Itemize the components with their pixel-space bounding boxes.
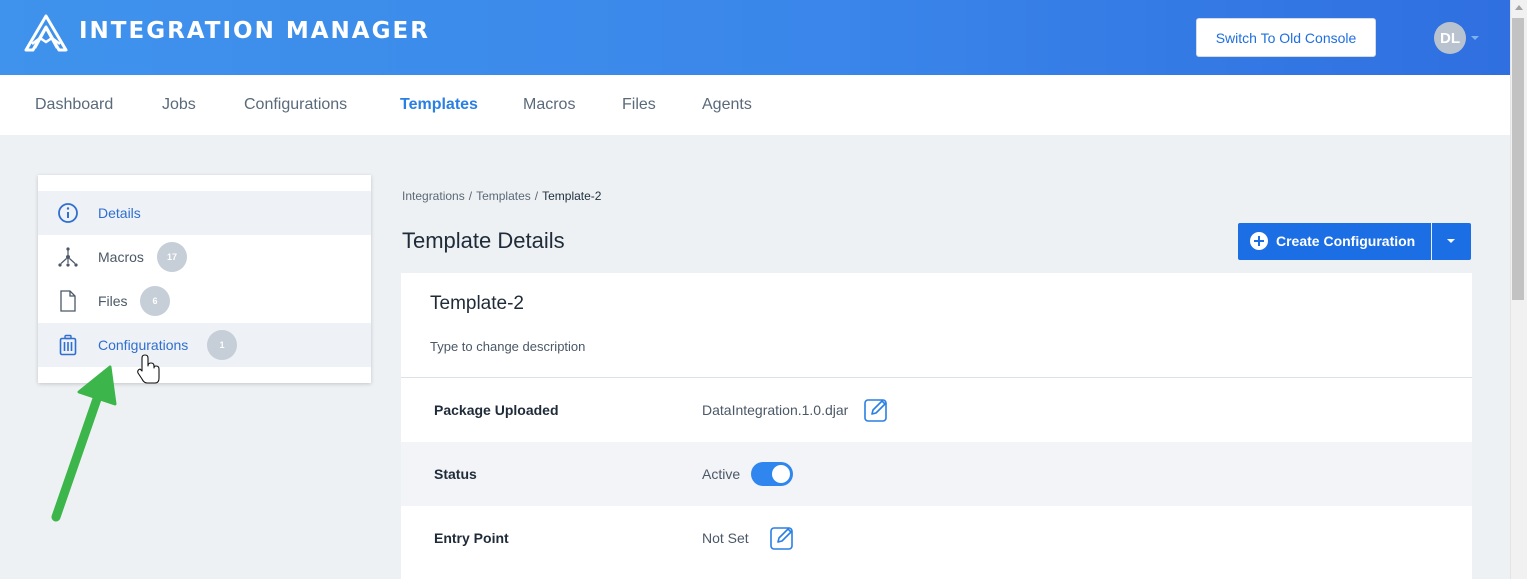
file-icon [60, 290, 76, 312]
scrollbar-thumb[interactable] [1512, 18, 1524, 300]
sidebar-item-label: Files [98, 293, 128, 309]
switch-old-console-button[interactable]: Switch To Old Console [1196, 18, 1376, 57]
scroll-up-icon[interactable] [1515, 5, 1523, 10]
breadcrumb-current: Template-2 [542, 189, 602, 203]
sidebar-item-label: Macros [98, 249, 144, 265]
field-value: Not Set [702, 530, 749, 546]
count-badge: 1 [207, 330, 237, 360]
create-options-dropdown-button[interactable] [1432, 223, 1471, 260]
edit-icon[interactable] [769, 525, 795, 551]
page-title: Template Details [402, 228, 565, 253]
sidebar-item-files[interactable]: Files 6 [38, 279, 371, 323]
sidebar-item-label: Details [98, 205, 141, 221]
info-icon [58, 203, 78, 223]
main-nav: Dashboard Jobs Configurations Templates … [0, 75, 1510, 135]
sidebar-item-label: Configurations [98, 337, 189, 353]
count-badge: 17 [157, 242, 187, 272]
flow-icon [58, 247, 78, 267]
nav-files[interactable]: Files [622, 96, 656, 114]
brand-title: INTEGRATION MANAGER [79, 18, 430, 44]
field-label: Package Uploaded [434, 402, 559, 418]
sidebar-item-macros[interactable]: Macros 17 [38, 235, 371, 279]
top-header: INTEGRATION MANAGER Switch To Old Consol… [0, 0, 1510, 75]
chevron-down-icon [1447, 239, 1455, 243]
create-configuration-button[interactable]: Create Configuration [1238, 223, 1431, 260]
nav-jobs[interactable]: Jobs [162, 96, 196, 114]
nav-templates[interactable]: Templates [400, 96, 478, 114]
status-toggle[interactable] [751, 462, 793, 486]
sidebar-item-configurations[interactable]: Configurations 1 [38, 323, 371, 367]
nav-macros[interactable]: Macros [523, 96, 575, 114]
plus-circle-icon [1250, 232, 1268, 250]
user-avatar[interactable]: DL [1434, 22, 1466, 54]
annotation-arrow-icon [51, 365, 117, 522]
briefcase-icon [59, 334, 77, 356]
field-value: Active [702, 466, 741, 482]
template-description-field[interactable]: Type to change description [430, 339, 585, 354]
template-name: Template-2 [430, 293, 524, 314]
field-label: Status [434, 466, 477, 482]
sidebar-item-details[interactable]: Details [38, 191, 371, 235]
breadcrumb: Integrations / Templates / Template-2 [402, 189, 602, 203]
template-sidebar: Details Macros 17 Files 6 Configurations [38, 175, 371, 383]
nav-configurations[interactable]: Configurations [244, 96, 347, 114]
breadcrumb-templates[interactable]: Templates [476, 189, 531, 203]
brand-logo-icon [24, 14, 68, 52]
nav-agents[interactable]: Agents [702, 96, 752, 114]
field-label: Entry Point [434, 530, 509, 546]
field-row-status: Status Active [401, 442, 1472, 506]
field-row-entry-point: Entry Point Not Set [401, 506, 1472, 570]
field-value: DataIntegration.1.0.djar [702, 402, 849, 418]
count-badge: 6 [140, 286, 170, 316]
breadcrumb-integrations[interactable]: Integrations [402, 189, 465, 203]
field-row-package: Package Uploaded DataIntegration.1.0.dja… [401, 378, 1472, 442]
edit-icon[interactable] [863, 397, 889, 423]
nav-dashboard[interactable]: Dashboard [35, 96, 113, 114]
create-configuration-label: Create Configuration [1276, 233, 1416, 249]
avatar-chevron-down-icon[interactable] [1471, 36, 1479, 40]
